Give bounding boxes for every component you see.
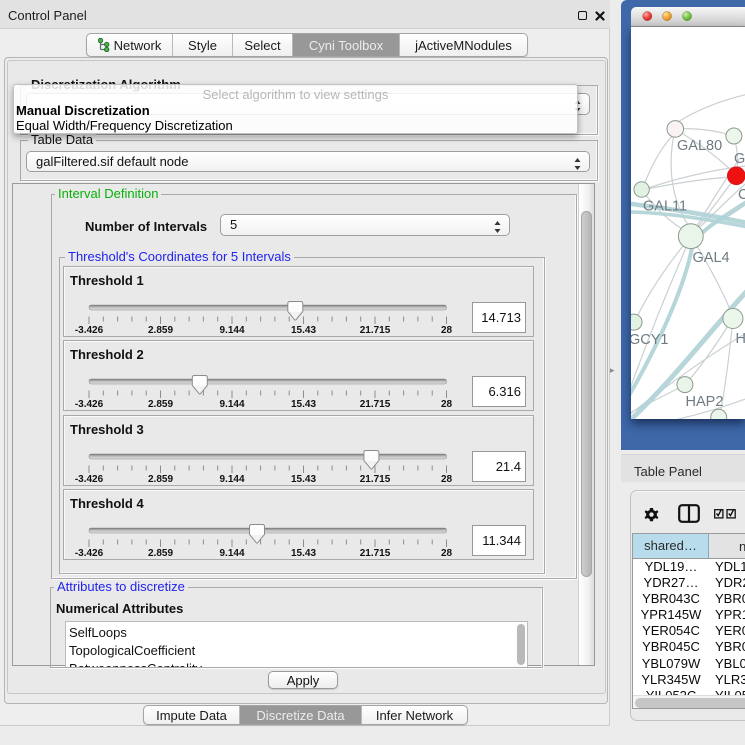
svg-text:21.715: 21.715 [360, 399, 391, 410]
svg-text:C: C [738, 187, 745, 203]
svg-text:H: H [736, 331, 745, 347]
svg-text:9.144: 9.144 [219, 399, 244, 410]
svg-text:21.715: 21.715 [360, 325, 391, 336]
svg-text:15.43: 15.43 [291, 325, 316, 336]
svg-text:GA: GA [734, 151, 745, 167]
svg-text:15.43: 15.43 [291, 548, 316, 559]
svg-text:GAL4: GAL4 [693, 250, 730, 266]
svg-text:28: 28 [441, 548, 453, 559]
svg-text:28: 28 [441, 325, 453, 336]
svg-text:-3.426: -3.426 [75, 548, 104, 559]
svg-text:21.715: 21.715 [360, 548, 391, 559]
svg-text:2.859: 2.859 [148, 399, 173, 410]
svg-text:2.859: 2.859 [148, 548, 173, 559]
svg-text:-3.426: -3.426 [75, 325, 104, 336]
svg-text:-3.426: -3.426 [75, 474, 104, 485]
svg-text:GAL11: GAL11 [643, 199, 687, 215]
svg-text:GCY1: GCY1 [631, 332, 669, 348]
svg-text:21.715: 21.715 [360, 474, 391, 485]
svg-text:GAL80: GAL80 [677, 138, 722, 154]
svg-text:9.144: 9.144 [219, 474, 244, 485]
svg-text:9.144: 9.144 [219, 548, 244, 559]
svg-text:2.859: 2.859 [148, 474, 173, 485]
svg-text:28: 28 [441, 399, 453, 410]
svg-text:2.859: 2.859 [148, 325, 173, 336]
svg-text:15.43: 15.43 [291, 399, 316, 410]
svg-text:HAP2: HAP2 [686, 394, 724, 410]
svg-text:15.43: 15.43 [291, 474, 316, 485]
svg-text:-3.426: -3.426 [75, 399, 104, 410]
svg-text:28: 28 [441, 474, 453, 485]
svg-text:9.144: 9.144 [219, 325, 244, 336]
